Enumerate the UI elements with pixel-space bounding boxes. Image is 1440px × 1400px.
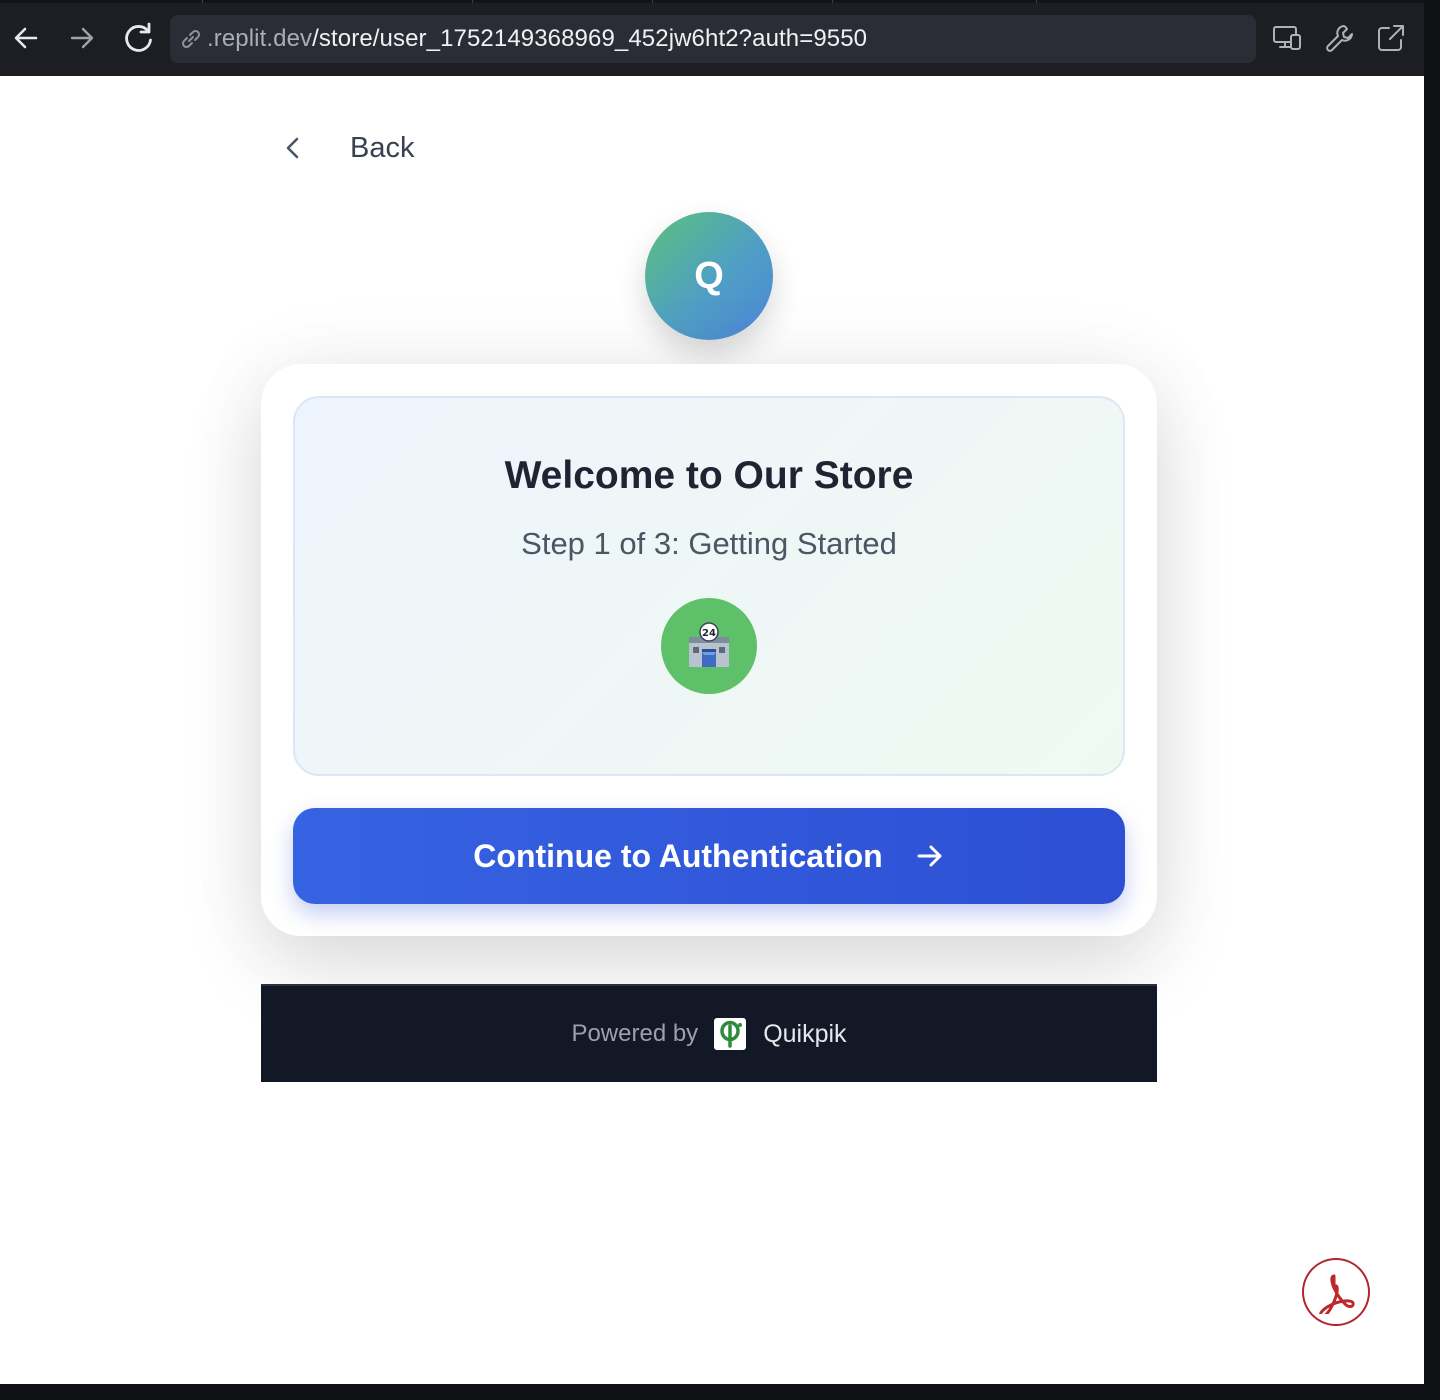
powered-by-text: Powered by (571, 1020, 699, 1047)
cta-label: Continue to Authentication (473, 837, 883, 874)
arrow-left-icon (14, 27, 38, 49)
page-viewport: Back Q Welcome to Our Store Step 1 of 3:… (0, 76, 1424, 1384)
browser-toolbar: .replit.dev/store/user_1752149368969_452… (0, 0, 1424, 76)
pdf-icon (1319, 1274, 1355, 1314)
url-path: /store/user_1752149368969_452jw6ht2?auth… (312, 25, 868, 52)
back-nav-button[interactable] (8, 20, 44, 56)
quikpik-logo-icon (714, 1018, 747, 1050)
window-edge-right (1424, 0, 1440, 1400)
pdf-export-button[interactable] (1300, 1256, 1372, 1328)
devices-icon (1273, 26, 1301, 50)
devtools-button[interactable] (1324, 22, 1356, 54)
link-icon (181, 29, 201, 49)
forward-nav-button[interactable] (64, 20, 100, 56)
back-label: Back (350, 131, 415, 164)
badge-text: 24 (702, 628, 716, 639)
url-text: .replit.dev/store/user_1752149368969_452… (207, 25, 867, 53)
window-edge-bottom (0, 1384, 1440, 1400)
tab-strip (0, 0, 1424, 3)
arrow-right-icon (70, 27, 94, 49)
store-logo: Q (645, 212, 773, 340)
continue-to-authentication-button[interactable]: Continue to Authentication (293, 808, 1125, 904)
welcome-panel: Welcome to Our Store Step 1 of 3: Gettin… (293, 396, 1125, 776)
open-in-new-tab-button[interactable] (1375, 22, 1407, 54)
powered-by-footer: Powered by Quikpik (261, 984, 1157, 1082)
brand-name: Quikpik (763, 1019, 847, 1048)
logo-letter: Q (694, 254, 724, 297)
arrow-right-icon (915, 841, 945, 871)
step-indicator: Step 1 of 3: Getting Started (521, 526, 897, 561)
chevron-left-icon (286, 137, 299, 159)
responsive-view-button[interactable] (1271, 22, 1303, 54)
reload-button[interactable] (120, 20, 156, 56)
back-link[interactable]: Back (276, 128, 414, 168)
page-title: Welcome to Our Store (504, 454, 914, 497)
url-domain: .replit.dev (207, 25, 313, 52)
wrench-icon (1326, 25, 1353, 52)
welcome-card: Welcome to Our Store Step 1 of 3: Gettin… (261, 364, 1157, 936)
address-bar[interactable]: .replit.dev/store/user_1752149368969_452… (170, 15, 1256, 63)
store-badge: 24 (661, 598, 757, 694)
external-link-icon (1378, 25, 1404, 51)
reload-icon (125, 22, 152, 52)
convenience-store-icon: 24 (689, 622, 729, 667)
